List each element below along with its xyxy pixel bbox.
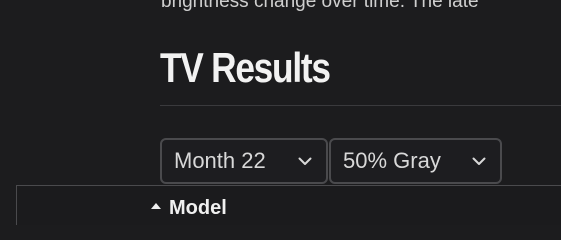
- section-title: TV Results: [160, 44, 331, 91]
- model-column-label: Model: [169, 197, 227, 219]
- model-column-header[interactable]: Model: [149, 196, 227, 220]
- chevron-down-icon: [470, 152, 488, 170]
- month-dropdown-label: Month 22: [174, 148, 266, 173]
- section-divider: [160, 105, 561, 106]
- gray-level-dropdown-label: 50% Gray: [343, 148, 441, 173]
- results-table-panel: Model: [16, 185, 561, 225]
- intro-paragraph: brightness change over time. The late: [161, 0, 479, 12]
- gray-level-dropdown[interactable]: 50% Gray: [329, 138, 502, 184]
- sort-caret-icon: [149, 201, 163, 215]
- month-dropdown[interactable]: Month 22: [160, 138, 328, 184]
- chevron-down-icon: [296, 152, 314, 170]
